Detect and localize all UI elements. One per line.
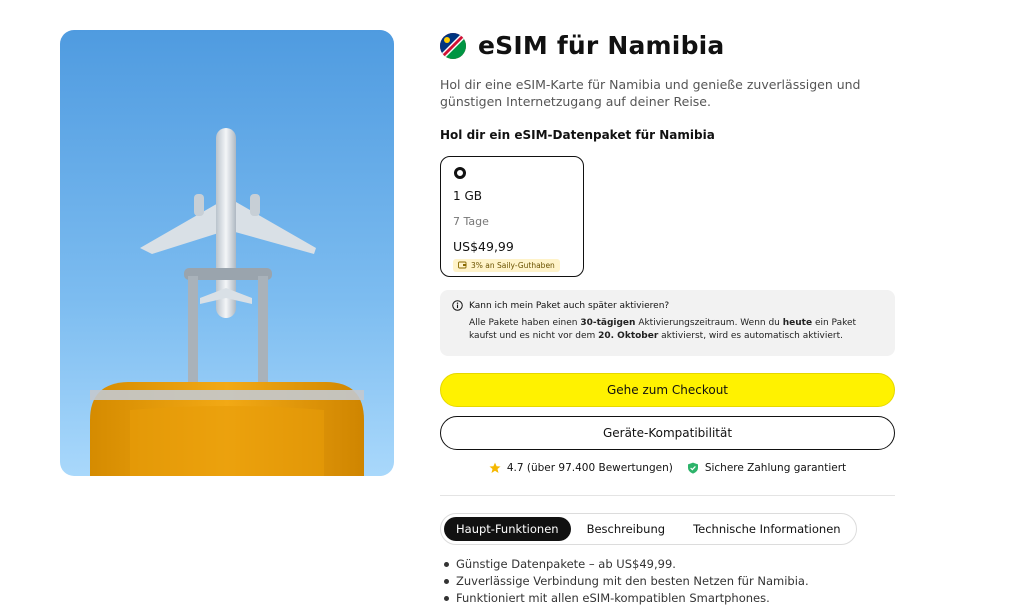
- title-row: eSIM für Namibia: [440, 31, 725, 60]
- package-radio[interactable]: [454, 167, 466, 179]
- checkout-button[interactable]: Gehe zum Checkout: [440, 373, 895, 407]
- divider: [440, 495, 895, 496]
- feature-list: Günstige Datenpakete – ab US$49,99. Zuve…: [440, 556, 895, 607]
- package-heading: Hol dir ein eSIM-Datenpaket für Namibia: [440, 128, 715, 142]
- device-compatibility-button[interactable]: Geräte-Kompatibilität: [440, 416, 895, 450]
- list-item: Günstige Datenpakete – ab US$49,99.: [440, 556, 895, 573]
- namibia-flag-icon: [440, 32, 466, 59]
- package-size: 1 GB: [453, 189, 482, 203]
- secure-payment: Sichere Zahlung garantiert: [687, 462, 846, 474]
- hero-image: [60, 30, 394, 476]
- credit-badge-text: 3% an Saily-Guthaben: [471, 260, 555, 270]
- list-item: Zuverlässige Verbindung mit den besten N…: [440, 573, 895, 590]
- info-tabs: Haupt-Funktionen Beschreibung Technische…: [440, 513, 857, 545]
- star-icon: [489, 462, 501, 473]
- secure-payment-text: Sichere Zahlung garantiert: [704, 462, 847, 474]
- rating-text: 4.7 (über 97.400 Bewertungen): [506, 462, 673, 474]
- rating: 4.7 (über 97.400 Bewertungen): [489, 462, 673, 474]
- activation-info-box: Kann ich mein Paket auch später aktivier…: [440, 290, 895, 356]
- tab-main-features[interactable]: Haupt-Funktionen: [444, 517, 571, 541]
- trust-row: 4.7 (über 97.400 Bewertungen) Sichere Za…: [440, 462, 895, 474]
- package-duration: 7 Tage: [453, 215, 489, 228]
- page-title: eSIM für Namibia: [478, 31, 725, 60]
- info-question: Kann ich mein Paket auch später aktivier…: [469, 300, 670, 311]
- credit-badge: 3% an Saily-Guthaben: [453, 258, 560, 272]
- tab-technical-info[interactable]: Technische Informationen: [681, 517, 853, 541]
- package-price: US$49,99: [453, 239, 514, 254]
- info-icon: [452, 300, 463, 311]
- package-card-1gb[interactable]: 1 GB 7 Tage US$49,99 3% an Saily-Guthabe…: [440, 156, 584, 277]
- list-item: Funktioniert mit allen eSIM-kompatiblen …: [440, 590, 895, 607]
- info-answer: Alle Pakete haben einen 30-tägigen Aktiv…: [469, 318, 857, 341]
- airplane-suitcase-illustration: [60, 30, 394, 476]
- tab-description[interactable]: Beschreibung: [575, 517, 678, 541]
- shield-check-icon: [687, 462, 698, 474]
- wallet-icon: [458, 261, 467, 269]
- product-intro: Hol dir eine eSIM-Karte für Namibia und …: [440, 77, 861, 109]
